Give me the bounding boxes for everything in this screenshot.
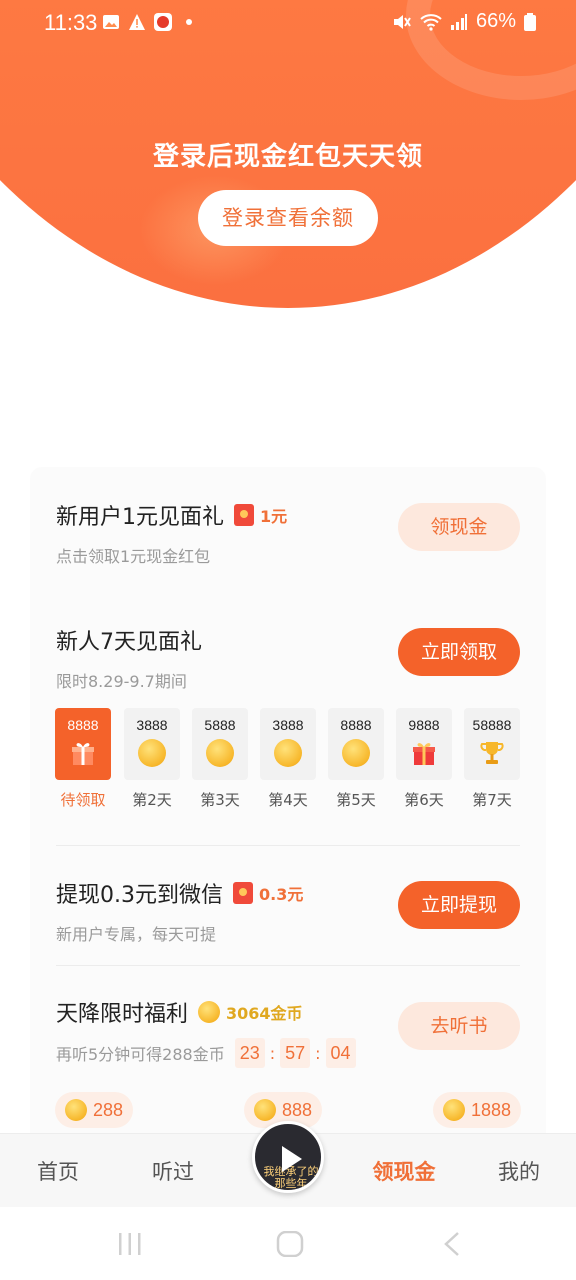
- coin-icon: [138, 739, 166, 767]
- reward-amount: 3064金币: [226, 1004, 303, 1023]
- app-notification-icon: [154, 13, 172, 31]
- dot-icon: [186, 19, 192, 25]
- countdown-timer: 23 : 57 : 04: [234, 1038, 356, 1068]
- bubble-amount: 288: [93, 1099, 124, 1120]
- home-icon[interactable]: [276, 1231, 304, 1257]
- red-packet-icon: [233, 882, 253, 904]
- status-bar: 11:33 66%: [0, 0, 576, 48]
- divider: [56, 965, 520, 966]
- gift-icon: [72, 743, 94, 765]
- nav-history[interactable]: 听过: [128, 1156, 218, 1186]
- day-amount: 8888: [340, 717, 372, 733]
- task-title: 提现0.3元到微信: [56, 883, 223, 908]
- day-item-4[interactable]: 3888 第4天: [260, 708, 316, 810]
- coin-icon: [254, 1099, 276, 1121]
- bubble-amount: 1888: [471, 1099, 512, 1120]
- withdraw-now-button[interactable]: 立即提现: [398, 881, 520, 929]
- go-listen-button[interactable]: 去听书: [398, 1002, 520, 1050]
- mute-icon: [393, 14, 411, 29]
- coin-icon: [342, 739, 370, 767]
- day-label: 第2天: [132, 791, 172, 809]
- day-label: 第4天: [268, 791, 308, 809]
- claim-now-button[interactable]: 立即领取: [398, 628, 520, 676]
- day-amount: 8888: [67, 717, 99, 733]
- task-limited-welfare: 天降限时福利 3064金币 再听5分钟可得288金币 23 : 57 : 04 …: [56, 996, 520, 1068]
- coin-bubble[interactable]: 1888: [433, 1092, 522, 1128]
- recents-icon[interactable]: [116, 1231, 144, 1257]
- day-item-6[interactable]: 9888 第6天: [396, 708, 452, 810]
- day-label: 第7天: [472, 791, 512, 809]
- reward-amount: 0.3元: [259, 885, 304, 904]
- battery-icon: [524, 12, 536, 31]
- task-title: 新人7天见面礼: [56, 630, 202, 655]
- day-item-1[interactable]: 8888 待领取: [55, 708, 111, 810]
- divider: [56, 845, 520, 846]
- status-time: 11:33: [44, 10, 98, 35]
- day-amount: 58888: [472, 717, 512, 733]
- system-nav-bar: [0, 1207, 576, 1280]
- coin-icon: [65, 1099, 87, 1121]
- day-label: 第6天: [404, 791, 444, 809]
- reward-amount: 1元: [260, 507, 288, 526]
- day-item-7[interactable]: 58888 第7天: [464, 708, 520, 810]
- warning-icon: [129, 14, 145, 30]
- red-packet-icon: [234, 504, 254, 526]
- task-subtitle: 再听5分钟可得288金币: [56, 1045, 225, 1064]
- header-title: 登录后现金红包天天领: [152, 142, 423, 172]
- login-view-balance-button[interactable]: 登录查看余额: [198, 190, 378, 246]
- day-label: 第3天: [200, 791, 240, 809]
- day-item-3[interactable]: 5888 第3天: [192, 708, 248, 810]
- task-title: 新用户1元见面礼: [56, 505, 224, 530]
- claim-cash-button[interactable]: 领现金: [398, 503, 520, 551]
- day-amount: 3888: [136, 717, 168, 733]
- day-item-2[interactable]: 3888 第2天: [124, 708, 180, 810]
- play-icon: [282, 1146, 302, 1172]
- countdown-seconds: 04: [325, 1038, 356, 1068]
- task-seven-day-gift: 新人7天见面礼 限时8.29-9.7期间 立即领取: [56, 624, 520, 692]
- trophy-icon: [480, 742, 504, 764]
- bubble-amount: 888: [282, 1099, 313, 1120]
- day-label: 待领取: [60, 791, 106, 809]
- now-playing-disc[interactable]: 我继承了的那些年: [252, 1121, 324, 1193]
- coin-icon: [206, 739, 234, 767]
- back-icon[interactable]: [440, 1231, 464, 1257]
- day-item-5[interactable]: 8888 第5天: [328, 708, 384, 810]
- battery-percent: 66%: [475, 10, 516, 32]
- coin-icon: [443, 1099, 465, 1121]
- day-label: 第5天: [336, 791, 376, 809]
- countdown-minutes: 57: [280, 1038, 311, 1068]
- nav-mine[interactable]: 我的: [474, 1156, 564, 1186]
- task-withdraw: 提现0.3元到微信 0.3元 新用户专属，每天可提 立即提现: [56, 877, 520, 945]
- task-new-user-gift: 新用户1元见面礼 1元 点击领取1元现金红包 领现金: [56, 499, 520, 567]
- seven-day-list: 8888 待领取 3888 第2天 5888 第3天 3888 第4天 8888…: [55, 708, 525, 818]
- coin-icon: [274, 739, 302, 767]
- nav-claim-cash[interactable]: 领现金: [359, 1156, 449, 1186]
- gift-icon: [413, 743, 435, 765]
- nav-home[interactable]: 首页: [13, 1156, 103, 1186]
- gallery-icon: [103, 15, 119, 29]
- day-amount: 3888: [272, 717, 304, 733]
- day-amount: 9888: [408, 717, 440, 733]
- task-card: 新用户1元见面礼 1元 点击领取1元现金红包 领现金 新人7天见面礼 限时8.2…: [30, 467, 546, 1147]
- countdown-hours: 23: [234, 1038, 265, 1068]
- signal-icon: [450, 13, 467, 30]
- coin-icon: [198, 1001, 221, 1023]
- coin-bubble[interactable]: 288: [55, 1092, 134, 1128]
- day-amount: 5888: [204, 717, 236, 733]
- task-title: 天降限时福利: [56, 1002, 189, 1027]
- wifi-icon: [420, 13, 442, 31]
